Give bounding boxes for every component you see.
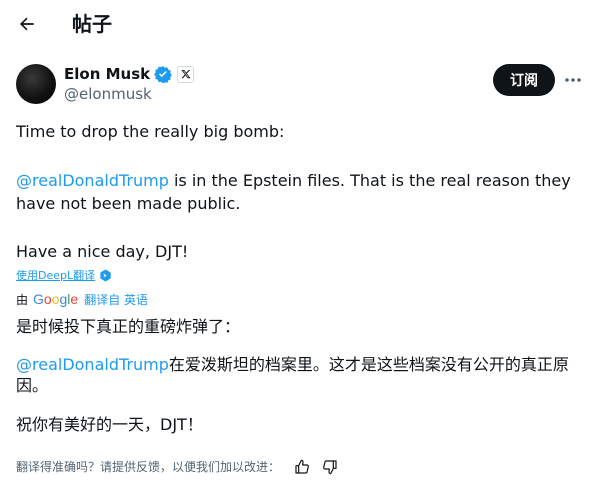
verified-badge-icon[interactable] bbox=[154, 65, 173, 83]
thumbs-down-icon[interactable] bbox=[322, 459, 338, 475]
deepl-icon bbox=[100, 269, 111, 281]
mention-link[interactable]: @realDonaldTrump bbox=[16, 171, 169, 190]
x-logo-icon[interactable] bbox=[177, 65, 195, 83]
author-display-name[interactable]: Elon Musk bbox=[64, 64, 150, 84]
more-options-button[interactable] bbox=[562, 70, 584, 90]
back-button[interactable] bbox=[12, 9, 42, 39]
subscribe-button[interactable]: 订阅 bbox=[493, 64, 555, 96]
page-title: 帖子 bbox=[72, 12, 112, 36]
translated-by-row: 由 Google 翻译自 英语 bbox=[16, 290, 148, 308]
avatar[interactable] bbox=[16, 64, 56, 104]
arrow-left-icon bbox=[19, 17, 34, 31]
translated-text-paragraph: @realDonaldTrump在爱泼斯坦的档案里。这才是这些档案没有公开的真正… bbox=[16, 354, 582, 396]
translated-from-link[interactable]: 翻译自 英语 bbox=[84, 291, 148, 308]
tweet-text-line: Time to drop the really big bomb: bbox=[16, 122, 285, 141]
translated-text-line: 祝你有美好的一天，DJT！ bbox=[16, 415, 203, 434]
feedback-question: 翻译得准确吗？请提供反馈，以便我们加以改进： bbox=[16, 460, 281, 474]
translated-by-label: 由 bbox=[16, 292, 29, 307]
deepl-translate-link[interactable]: 使用DeepL翻译 bbox=[16, 267, 112, 283]
tweet-text-paragraph: @realDonaldTrump is in the Epstein files… bbox=[16, 169, 582, 215]
thumbs-up-icon[interactable] bbox=[294, 459, 310, 475]
more-horizontal-icon bbox=[565, 78, 581, 82]
tweet-text-line: Have a nice day, DJT! bbox=[16, 242, 189, 261]
author-handle[interactable]: @elonmusk bbox=[64, 85, 152, 103]
translation-feedback: 翻译得准确吗？请提供反馈，以便我们加以改进： bbox=[16, 458, 338, 475]
author-name-row: Elon Musk bbox=[64, 64, 195, 84]
google-logo: Google bbox=[33, 291, 79, 307]
page-header: 帖子 bbox=[0, 0, 598, 52]
translated-text-line: 是时候投下真正的重磅炸弹了： bbox=[16, 317, 241, 336]
deepl-link-label[interactable]: 使用DeepL翻译 bbox=[16, 267, 95, 283]
mention-link[interactable]: @realDonaldTrump bbox=[16, 355, 169, 374]
